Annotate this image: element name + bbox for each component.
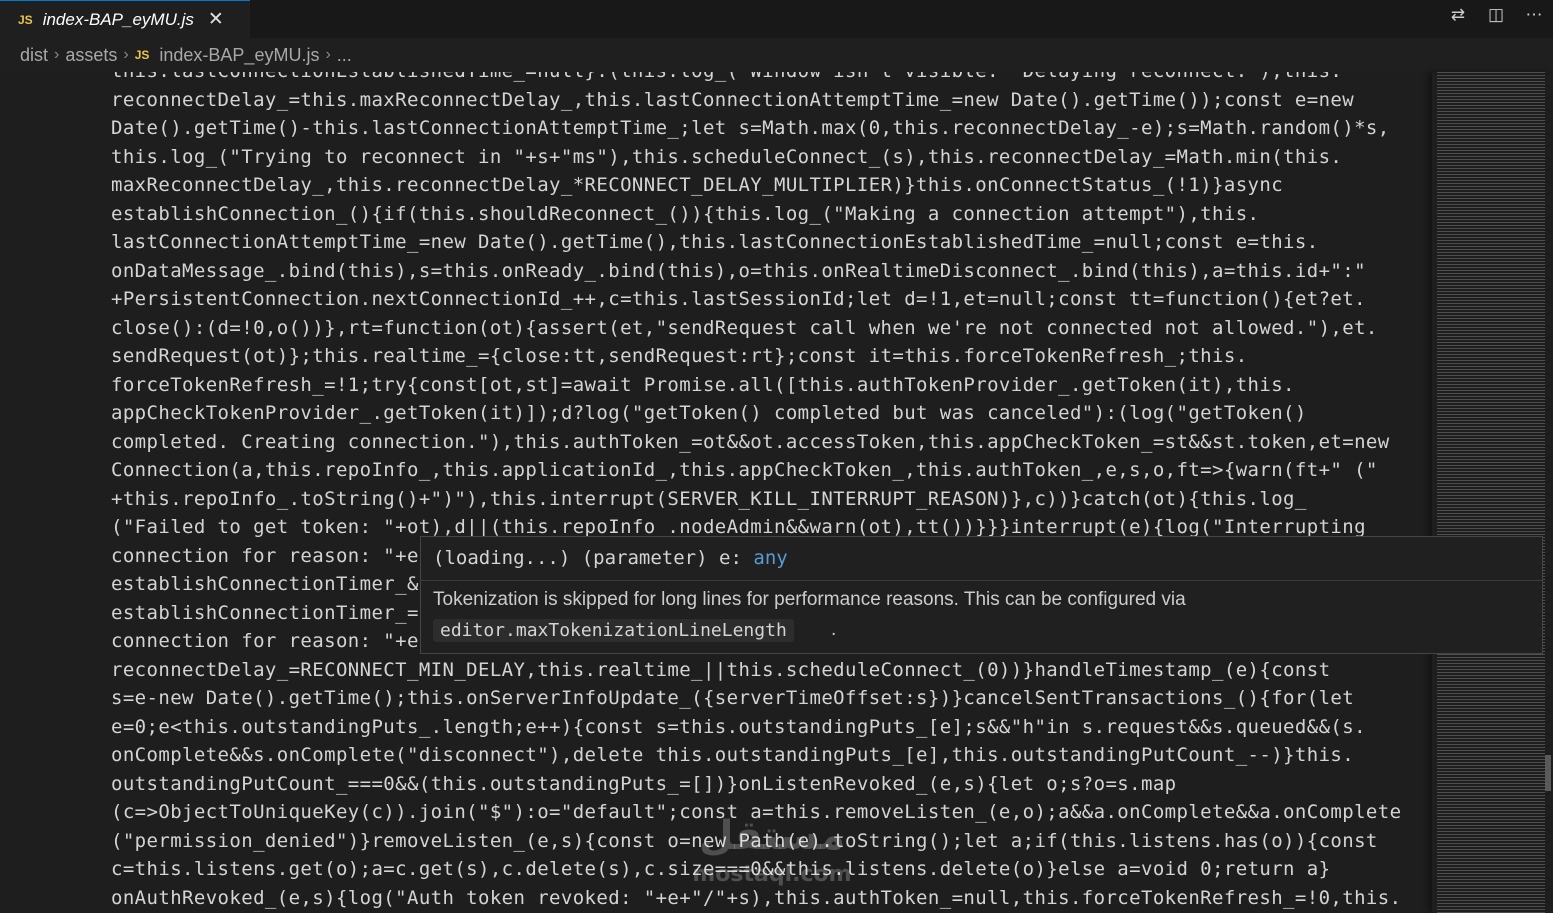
hover-divider <box>421 580 1542 581</box>
breadcrumb-item-symbols[interactable]: ... <box>337 45 352 66</box>
chevron-right-icon: › <box>123 46 129 63</box>
more-actions-icon[interactable]: ⋯ <box>1515 5 1553 25</box>
code-text[interactable]: this.lastConnectionEstablishedTime_=null… <box>111 72 1401 912</box>
js-file-icon: JS <box>134 48 150 62</box>
close-icon[interactable]: ✕ <box>208 8 224 31</box>
hover-message: Tokenization is skipped for long lines f… <box>433 589 1186 610</box>
breadcrumb-item-assets[interactable]: assets <box>65 45 117 66</box>
code-line[interactable]: forceTokenRefresh_=!1;try{const[ot,st]=a… <box>111 371 1401 400</box>
code-line[interactable]: onComplete&&s.onComplete("disconnect"),d… <box>111 741 1401 770</box>
code-line[interactable]: e=0;e<this.outstandingPuts_.length;e++){… <box>111 713 1401 742</box>
hover-loading: (loading...) <box>433 547 571 569</box>
code-line[interactable]: ("permission_denied")}removeListen_(e,s)… <box>111 827 1401 856</box>
editor-tab[interactable]: JS index-BAP_eyMU.js ✕ <box>0 0 250 38</box>
chevron-right-icon: › <box>325 46 331 63</box>
code-line[interactable]: c=this.listens.get(o);a=c.get(s),c.delet… <box>111 855 1401 884</box>
hover-name: e: <box>719 547 742 569</box>
code-line[interactable]: appCheckTokenProvider_.getToken(it)]);d?… <box>111 399 1401 428</box>
code-line[interactable]: this.log_("Trying to reconnect in "+s+"m… <box>111 143 1401 172</box>
tab-filename: index-BAP_eyMU.js <box>42 9 194 29</box>
code-line[interactable]: onAuthRevoked_(e,s){log("Auth token revo… <box>111 884 1401 913</box>
compare-changes-icon[interactable]: ⇄ <box>1439 5 1477 25</box>
hover-signature: (loading...) (parameter) e: any <box>433 547 788 569</box>
editor-actions: ⇄ ◫ ⋯ <box>1439 0 1553 30</box>
breadcrumb-item-file[interactable]: index-BAP_eyMU.js <box>159 45 319 66</box>
minimap[interactable] <box>1432 72 1553 913</box>
hover-period: . <box>831 619 837 640</box>
code-editor[interactable]: this.lastConnectionEstablishedTime_=null… <box>0 72 1432 913</box>
code-line[interactable]: establishConnection_(){if(this.shouldRec… <box>111 200 1401 229</box>
code-line[interactable]: close():(d=!0,o())},rt=function(ot){asse… <box>111 314 1401 343</box>
hover-setting-link[interactable]: editor.maxTokenizationLineLength <box>433 619 794 642</box>
code-line[interactable]: this.lastConnectionEstablishedTime_=null… <box>111 72 1401 86</box>
code-line[interactable]: outstandingPutCount_===0&&(this.outstand… <box>111 770 1401 799</box>
scrollbar-thumb[interactable] <box>1545 755 1551 791</box>
chevron-right-icon: › <box>54 46 60 63</box>
code-line[interactable]: Date().getTime()-this.lastConnectionAtte… <box>111 114 1401 143</box>
code-line[interactable]: maxReconnectDelay_,this.reconnectDelay_*… <box>111 171 1401 200</box>
code-line[interactable]: (c=>ObjectToUniqueKey(c)).join("$"):o="d… <box>111 798 1401 827</box>
hover-type: any <box>753 547 788 569</box>
js-file-icon: JS <box>18 12 33 27</box>
code-line[interactable]: reconnectDelay_=RECONNECT_MIN_DELAY,this… <box>111 656 1401 685</box>
code-line[interactable]: lastConnectionAttemptTime_=new Date().ge… <box>111 228 1401 257</box>
code-line[interactable]: Connection(a,this.repoInfo_,this.applica… <box>111 456 1401 485</box>
breadcrumb: dist › assets › JS index-BAP_eyMU.js › .… <box>0 38 1553 72</box>
hover-kind: (parameter) <box>581 547 708 569</box>
code-line[interactable]: s=e-new Date().getTime();this.onServerIn… <box>111 684 1401 713</box>
code-line[interactable]: reconnectDelay_=this.maxReconnectDelay_,… <box>111 86 1401 115</box>
breadcrumb-item-dist[interactable]: dist <box>20 45 48 66</box>
hover-tooltip: (loading...) (parameter) e: any Tokeniza… <box>420 536 1543 654</box>
code-line[interactable]: completed. Creating connection."),this.a… <box>111 428 1401 457</box>
code-line[interactable]: sendRequest(ot)};this.realtime_={close:t… <box>111 342 1401 371</box>
minimap-lines <box>1437 72 1545 913</box>
code-line[interactable]: +this.repoInfo_.toString()+")"),this.int… <box>111 485 1401 514</box>
split-editor-icon[interactable]: ◫ <box>1477 5 1515 25</box>
tab-bar: JS index-BAP_eyMU.js ✕ ⇄ ◫ ⋯ <box>0 0 1553 38</box>
code-line[interactable]: +PersistentConnection.nextConnectionId_+… <box>111 285 1401 314</box>
code-line[interactable]: onDataMessage_.bind(this),s=this.onReady… <box>111 257 1401 286</box>
